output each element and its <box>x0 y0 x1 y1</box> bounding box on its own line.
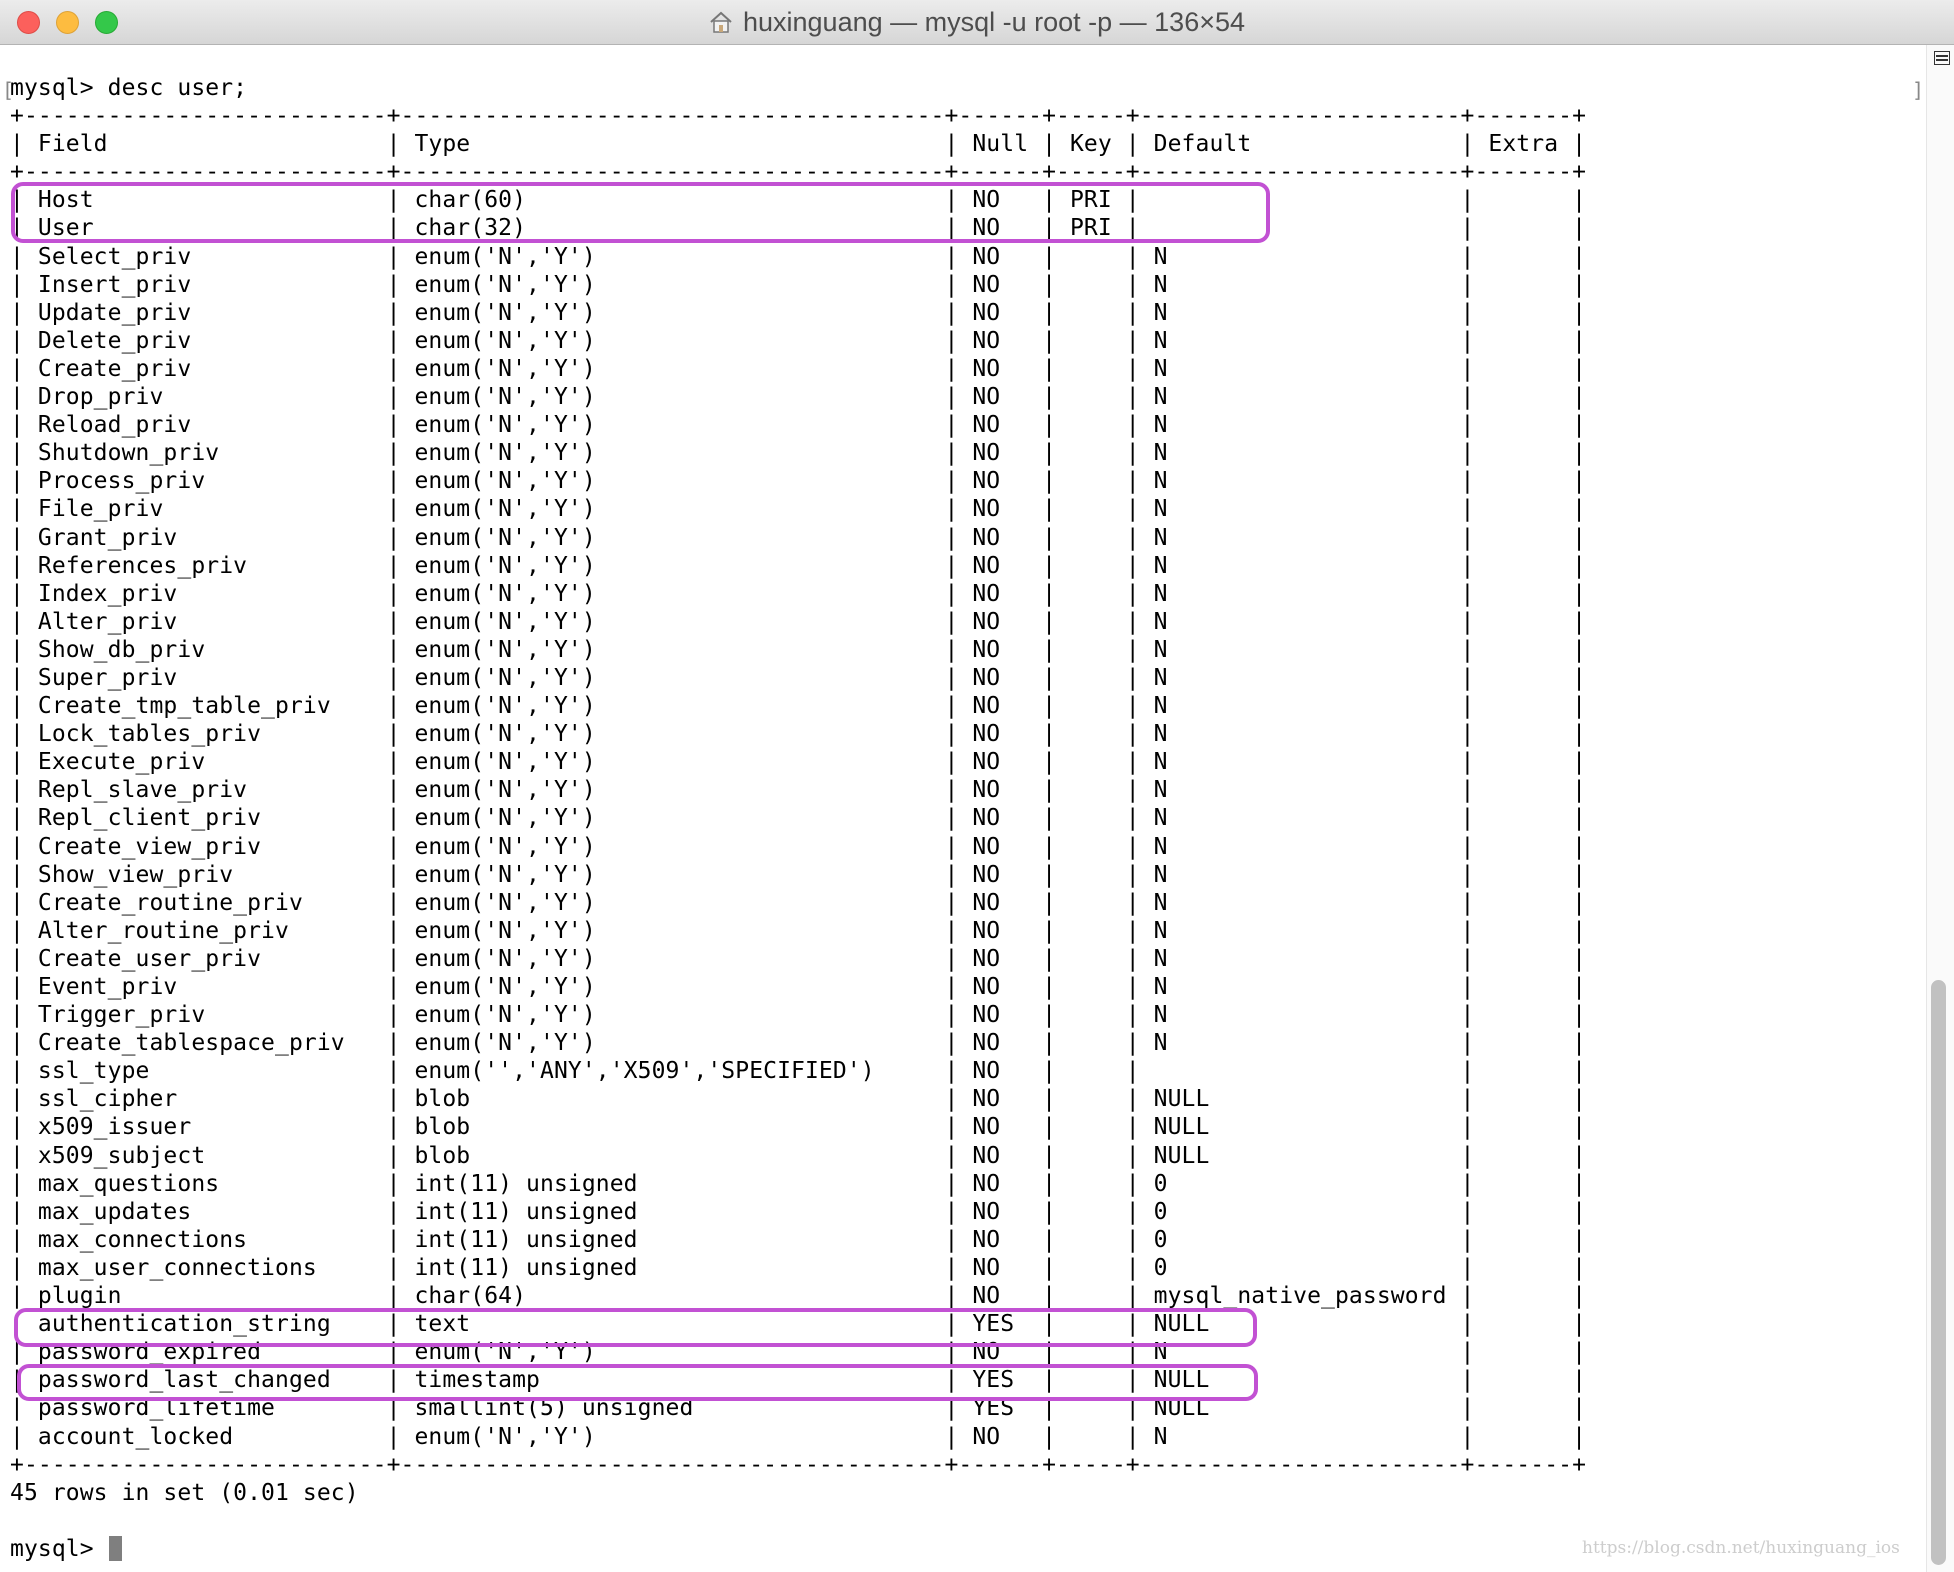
terminal-line: +--------------------------+------------… <box>10 1451 1587 1478</box>
highlight-authentication-string-row <box>14 1308 1257 1347</box>
home-icon <box>710 11 732 33</box>
terminal-line: | Create_view_priv | enum('N','Y') | NO … <box>10 833 1587 860</box>
highlight-password-last-changed-row <box>17 1364 1258 1401</box>
terminal-line: | Insert_priv | enum('N','Y') | NO | | N… <box>10 271 1587 298</box>
terminal-line: | Field | Type | Null | Key | Default | … <box>10 131 1587 158</box>
terminal-line: | account_locked | enum('N','Y') | NO | … <box>10 1423 1587 1450</box>
terminal-line: | max_questions | int(11) unsigned | NO … <box>10 1170 1587 1197</box>
terminal-line: | Create_tablespace_priv | enum('N','Y')… <box>10 1030 1587 1057</box>
terminal-line: | Event_priv | enum('N','Y') | NO | | N … <box>10 974 1587 1000</box>
terminal-line: | Select_priv | enum('N','Y') | NO | | N… <box>10 243 1587 270</box>
scrollbar-thumb[interactable] <box>1931 980 1946 1565</box>
terminal-line: 45 rows in set (0.01 sec) <box>10 1479 359 1506</box>
terminal-line: | Drop_priv | enum('N','Y') | NO | | N |… <box>10 384 1587 411</box>
terminal-line: | Show_view_priv | enum('N','Y') | NO | … <box>10 861 1587 888</box>
terminal-line: | plugin | char(64) | NO | | mysql_nativ… <box>10 1283 1587 1310</box>
terminal-line: | max_user_connections | int(11) unsigne… <box>10 1254 1587 1281</box>
terminal-line: | Trigger_priv | enum('N','Y') | NO | | … <box>10 1002 1587 1029</box>
terminal-line: | Alter_priv | enum('N','Y') | NO | | N … <box>10 608 1587 635</box>
prompt-line: mysql> <box>10 1535 1586 1563</box>
terminal-line: | Process_priv | enum('N','Y') | NO | | … <box>10 468 1587 495</box>
terminal-line: | File_priv | enum('N','Y') | NO | | N |… <box>10 496 1587 523</box>
terminal-line: | Show_db_priv | enum('N','Y') | NO | | … <box>10 636 1587 663</box>
terminal-line: | Grant_priv | enum('N','Y') | NO | | N … <box>10 524 1587 551</box>
window-title: huxinguang — mysql -u root -p — 136×54 <box>0 0 1954 45</box>
terminal-line: | Create_priv | enum('N','Y') | NO | | N… <box>10 355 1587 382</box>
terminal-line: | Execute_priv | enum('N','Y') | NO | | … <box>10 749 1587 776</box>
terminal-line: | References_priv | enum('N','Y') | NO |… <box>10 552 1587 579</box>
terminal-line: | ssl_type | enum('','ANY','X509','SPECI… <box>10 1058 1587 1085</box>
terminal-line: | Lock_tables_priv | enum('N','Y') | NO … <box>10 721 1587 748</box>
terminal-line: | Alter_routine_priv | enum('N','Y') | N… <box>10 917 1587 944</box>
terminal-line: | Repl_client_priv | enum('N','Y') | NO … <box>10 805 1587 832</box>
terminal-line: | max_connections | int(11) unsigned | N… <box>10 1226 1587 1253</box>
highlight-host-user-rows <box>11 182 1270 243</box>
window-title-text: huxinguang — mysql -u root -p — 136×54 <box>742 7 1246 37</box>
watermark: https://blog.csdn.net/huxinguang_ios <box>1582 1538 1900 1558</box>
terminal-line: | Create_tmp_table_priv | enum('N','Y') … <box>10 693 1587 720</box>
terminal-line: mysql> desc user; <box>10 75 248 101</box>
title-bar: huxinguang — mysql -u root -p — 136×54 <box>0 0 1954 45</box>
terminal-line: | x509_issuer | blob | NO | | NULL | | <box>10 1114 1587 1141</box>
mark-bracket-right: ] <box>1912 78 1925 102</box>
terminal-line: | Shutdown_priv | enum('N','Y') | NO | |… <box>10 440 1587 467</box>
terminal-line: | Reload_priv | enum('N','Y') | NO | | N… <box>10 412 1587 439</box>
terminal-line: | Index_priv | enum('N','Y') | NO | | N … <box>10 580 1587 607</box>
terminal-line: | Create_routine_priv | enum('N','Y') | … <box>10 889 1587 916</box>
text-cursor <box>108 1535 122 1561</box>
terminal-line: | x509_subject | blob | NO | | NULL | | <box>10 1142 1587 1169</box>
terminal-line: | ssl_cipher | blob | NO | | NULL | | <box>10 1086 1587 1113</box>
terminal-line: | Delete_priv | enum('N','Y') | NO | | N… <box>10 327 1587 354</box>
terminal-line: | Update_priv | enum('N','Y') | NO | | N… <box>10 299 1587 326</box>
terminal-line: | max_updates | int(11) unsigned | NO | … <box>10 1198 1587 1225</box>
terminal-content[interactable]: [ ] mysql> desc user; +------------------… <box>0 45 1926 1572</box>
terminal-line: | Create_user_priv | enum('N','Y') | NO … <box>10 945 1587 972</box>
terminal-line: +--------------------------+------------… <box>10 103 1587 130</box>
terminal-line: | Super_priv | enum('N','Y') | NO | | N … <box>10 664 1587 691</box>
terminal-line: | Repl_slave_priv | enum('N','Y') | NO |… <box>10 777 1587 804</box>
list-icon <box>1934 51 1950 65</box>
